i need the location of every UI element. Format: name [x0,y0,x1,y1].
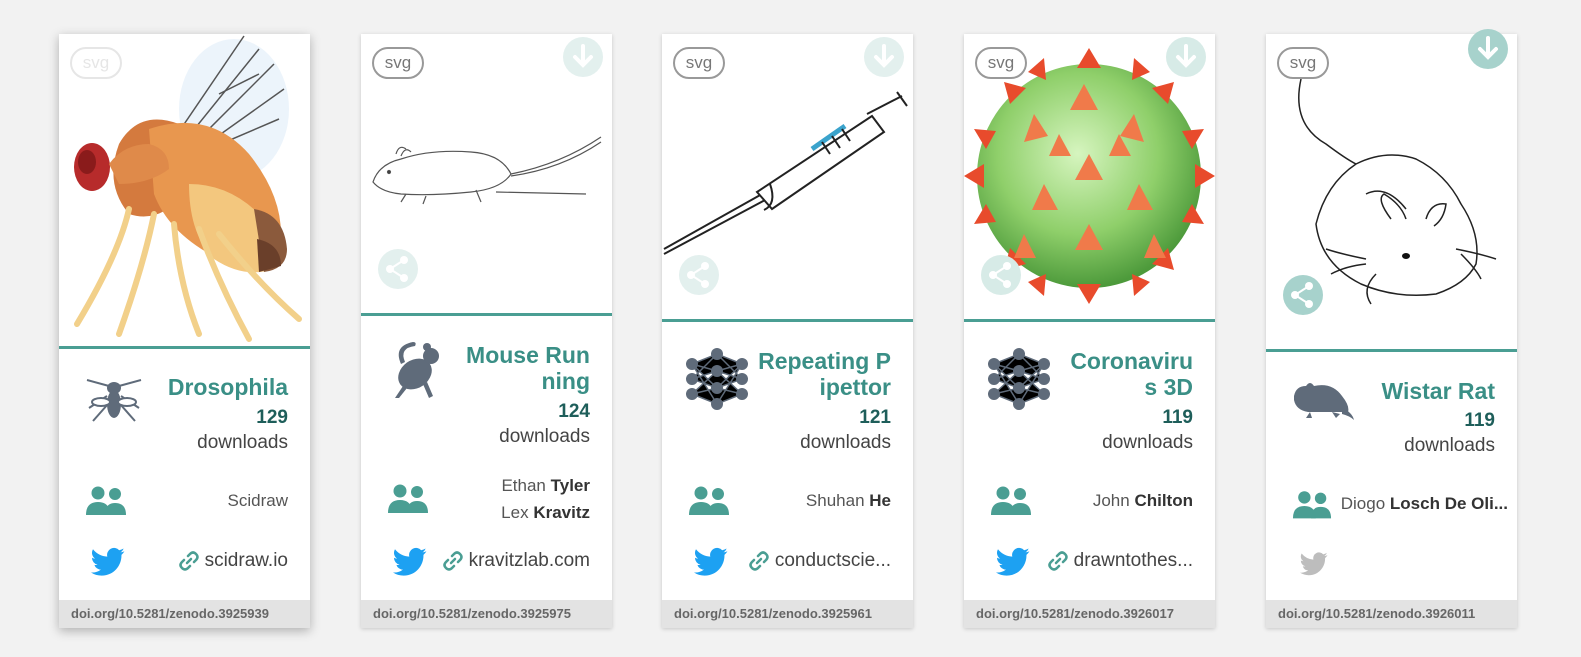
rat-icon [1294,383,1354,420]
share-icon[interactable] [1282,274,1324,316]
link-icon [1047,551,1068,571]
download-icon[interactable] [1467,28,1509,70]
fly-icon [86,379,142,422]
network-icon [988,348,1050,410]
share-icon[interactable] [678,254,720,296]
author-name: Lex Kravitz [501,503,590,522]
website-link-text[interactable]: scidraw.io [205,550,288,572]
people-icon [991,486,1031,515]
figure-title[interactable]: Wistar Rat [1360,378,1495,404]
download-count: 119 [1464,410,1495,431]
author-name: Diogo Losch De Oli... [1340,494,1508,513]
doi-link[interactable]: doi.org/10.5281/zenodo.3926011 [1266,600,1517,628]
website-link[interactable]: conductscie... [749,550,891,572]
download-count: 119 [1162,407,1193,428]
figure-card[interactable]: svg Wistar Rat 119 downloads Diogo Losch… [1266,29,1517,628]
drosophila-illustration [74,35,302,342]
website-link-text[interactable]: conductscie... [775,550,891,572]
doi-link[interactable]: doi.org/10.5281/zenodo.3926017 [964,600,1215,628]
svg-format-badge[interactable]: svg [372,47,424,79]
download-count: 124 [558,401,590,422]
link-icon [442,551,463,571]
author-name: John Chilton [1092,491,1193,510]
downloads-label: downloads [499,426,590,447]
doi-link[interactable]: doi.org/10.5281/zenodo.3925975 [361,600,612,628]
svg-format-badge[interactable]: svg [1277,47,1329,79]
link-icon [749,551,769,571]
website-link-text[interactable]: kravitzlab.com [469,550,590,572]
network-icon [686,348,748,410]
svg-format-badge[interactable]: svg [673,47,725,79]
figure-title[interactable]: Mouse Running [455,342,590,394]
downloads-label: downloads [800,432,891,453]
link-icon [178,551,199,571]
twitter-icon[interactable] [694,547,728,577]
twitter-icon[interactable] [393,547,427,577]
download-count: 121 [859,407,891,428]
card-divider [1266,349,1517,352]
svg-format-badge[interactable]: svg [70,47,122,79]
figure-title[interactable]: Repeating Pipettor [756,348,891,400]
downloads-label: downloads [1404,435,1495,456]
figure-title[interactable]: Drosophila [153,374,288,400]
card-divider [662,319,913,322]
author-name: Scidraw [227,491,288,510]
people-icon [86,486,126,515]
figure-card[interactable]: svg Repeating Pipettor 121 downloads Shu… [662,34,913,628]
author-list: Ethan Tyler Lex Kravitz [501,472,590,526]
download-count: 129 [256,407,288,428]
card-divider [361,313,612,316]
download-icon[interactable] [863,36,905,78]
website-link[interactable]: kravitzlab.com [442,550,590,572]
figure-card[interactable]: svg Drosophila 129 downloads Scidraw sci… [59,34,310,628]
author-name: Ethan Tyler [501,476,590,495]
people-icon [388,484,428,513]
twitter-icon[interactable] [91,547,125,577]
twitter-icon[interactable] [1300,549,1328,579]
people-icon [689,486,729,515]
share-icon[interactable] [980,254,1022,296]
download-icon[interactable] [562,36,604,78]
downloads-label: downloads [1102,432,1193,453]
twitter-icon[interactable] [996,547,1030,577]
downloads-label: downloads [197,432,288,453]
download-icon[interactable] [1165,36,1207,78]
figure-title[interactable]: Coronavirus 3D [1063,348,1193,400]
figure-card[interactable]: svg Coronavirus 3D 119 downloads John Ch… [964,34,1215,628]
website-link[interactable]: drawntothes... [1047,550,1193,572]
figure-card[interactable]: svg Mouse Running 124 downloads Ethan Ty… [361,34,612,628]
website-link[interactable]: scidraw.io [178,550,288,572]
website-link-text[interactable]: drawntothes... [1074,550,1193,572]
people-icon [1292,491,1332,519]
card-divider [964,319,1215,322]
author-name: Shuhan He [805,491,891,510]
svg-format-badge[interactable]: svg [975,47,1027,79]
share-icon[interactable] [377,248,419,290]
running-mouse-icon [395,342,439,398]
doi-link[interactable]: doi.org/10.5281/zenodo.3925939 [59,600,310,628]
card-divider [59,346,310,349]
doi-link[interactable]: doi.org/10.5281/zenodo.3925961 [662,600,913,628]
